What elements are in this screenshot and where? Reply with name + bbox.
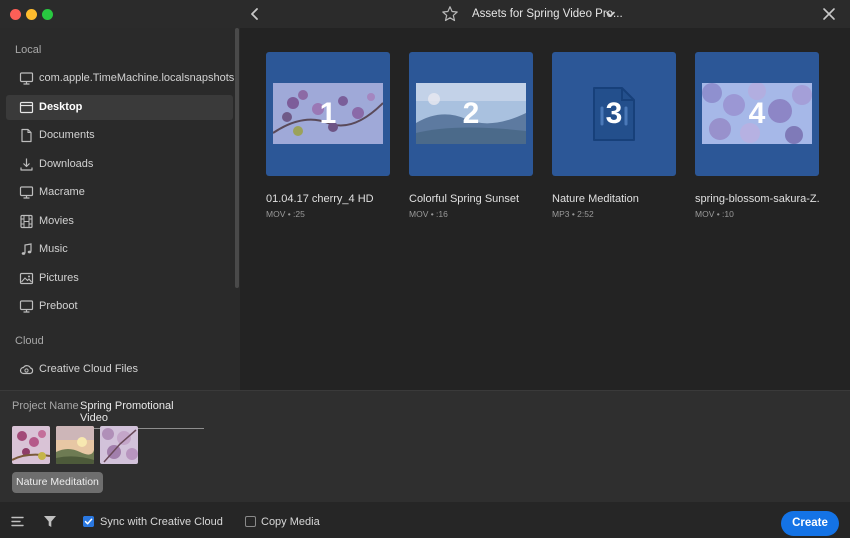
- picture-icon: [19, 272, 34, 285]
- sidebar-item-label: Music: [39, 243, 68, 255]
- sidebar-item-downloads[interactable]: Downloads: [6, 152, 233, 177]
- sidebar-item-label: Macrame: [39, 186, 85, 198]
- monitor-icon: [19, 72, 34, 85]
- project-name-field[interactable]: Spring Promotional Video: [80, 400, 204, 429]
- sync-label[interactable]: Sync with Creative Cloud: [100, 516, 223, 528]
- asset-thumbnail[interactable]: 2: [409, 52, 533, 176]
- title-bar: Assets for Spring Video Pro...: [0, 0, 850, 28]
- sidebar-scrollbar[interactable]: [235, 28, 239, 288]
- film-icon: [20, 214, 33, 229]
- copy-media-checkbox[interactable]: [245, 516, 256, 527]
- asset-grid: 1 01.04.17 cherry_4 HD MOV • :25 2 Color…: [240, 28, 850, 390]
- sidebar-item-label: Movies: [39, 215, 74, 227]
- sidebar-item-label: Desktop: [39, 101, 83, 113]
- asset-meta: MOV • :16: [409, 209, 448, 219]
- desktop-icon: [19, 101, 34, 114]
- monitor-icon: [19, 300, 34, 313]
- section-heading-local: Local: [15, 44, 42, 56]
- bottom-toolbar: Sync with Creative Cloud Copy Media Crea…: [0, 502, 850, 538]
- sidebar-item-documents[interactable]: Documents: [6, 123, 233, 148]
- selected-audio-tag[interactable]: Nature Meditation: [12, 472, 103, 493]
- section-heading-cloud: Cloud: [15, 335, 44, 347]
- asset-card[interactable]: 1 01.04.17 cherry_4 HD MOV • :25: [266, 52, 390, 219]
- asset-thumbnail[interactable]: 1: [266, 52, 390, 176]
- window-close-dot[interactable]: [10, 9, 21, 20]
- asset-number: 4: [748, 97, 766, 130]
- sidebar-item-label: Preboot: [39, 300, 78, 312]
- sidebar-item-macrame[interactable]: Macrame: [6, 180, 233, 205]
- music-note-icon: [21, 243, 32, 255]
- asset-meta: MOV • :25: [266, 209, 305, 219]
- sidebar-item-creative-cloud-files[interactable]: Creative Cloud Files: [6, 357, 233, 382]
- asset-thumbnail[interactable]: 4: [695, 52, 819, 176]
- asset-thumbnail[interactable]: 3: [552, 52, 676, 176]
- chevron-left-icon[interactable]: [246, 5, 264, 23]
- asset-number: 2: [462, 97, 480, 130]
- selected-clip-thumbnail[interactable]: [56, 426, 94, 464]
- sidebar-item-label: Creative Cloud Files: [39, 363, 139, 375]
- chevron-down-icon[interactable]: [605, 9, 616, 20]
- asset-card[interactable]: 2 Colorful Spring Sunset MOV • :16: [409, 52, 533, 219]
- creative-cloud-icon: [19, 365, 34, 375]
- window-minimize-dot[interactable]: [26, 9, 37, 20]
- asset-title: Colorful Spring Sunset: [409, 193, 520, 205]
- copy-media-label[interactable]: Copy Media: [261, 516, 320, 528]
- window-zoom-dot[interactable]: [42, 9, 53, 20]
- sidebar-item-movies[interactable]: Movies: [6, 209, 233, 234]
- asset-meta: MP3 • 2:52: [552, 209, 594, 219]
- sidebar-item-label: com.apple.TimeMachine.localsnapshots: [39, 72, 235, 84]
- close-icon[interactable]: [822, 7, 836, 21]
- sidebar: Local com.apple.TimeMachine.localsnapsho…: [0, 28, 240, 390]
- document-icon: [21, 128, 32, 143]
- sidebar-item-label: Documents: [39, 129, 95, 141]
- asset-number: 3: [605, 97, 623, 130]
- sidebar-item-preboot[interactable]: Preboot: [6, 294, 233, 319]
- asset-number: 1: [319, 97, 337, 130]
- sidebar-item-label: Downloads: [39, 158, 94, 170]
- sidebar-item-music[interactable]: Music: [6, 237, 233, 262]
- create-button[interactable]: Create: [781, 511, 839, 536]
- asset-title: Nature Meditation: [552, 193, 639, 205]
- sync-checkbox[interactable]: [83, 516, 94, 527]
- asset-card[interactable]: 3 Nature Meditation MP3 • 2:52: [552, 52, 676, 219]
- project-panel: Project Name Spring Promotional Video Na…: [0, 390, 850, 502]
- selected-clip-thumbnail[interactable]: [100, 426, 138, 464]
- sidebar-item-timemachine[interactable]: com.apple.TimeMachine.localsnapshots: [6, 66, 235, 91]
- window-title: Assets for Spring Video Pro...: [472, 8, 623, 20]
- sidebar-item-desktop[interactable]: Desktop: [6, 95, 233, 120]
- list-view-icon[interactable]: [11, 516, 24, 527]
- monitor-icon: [19, 186, 34, 199]
- filter-icon[interactable]: [43, 515, 57, 528]
- sidebar-item-label: Pictures: [39, 272, 79, 284]
- asset-card[interactable]: 4 spring-blossom-sakura-Z... MOV • :10: [695, 52, 819, 219]
- asset-meta: MOV • :10: [695, 209, 734, 219]
- selected-clip-thumbnail[interactable]: [12, 426, 50, 464]
- asset-title: 01.04.17 cherry_4 HD: [266, 193, 374, 205]
- download-icon: [20, 158, 33, 171]
- sidebar-item-pictures[interactable]: Pictures: [6, 266, 233, 291]
- project-name-label: Project Name: [12, 400, 79, 412]
- star-icon[interactable]: [441, 5, 459, 23]
- asset-title: spring-blossom-sakura-Z...: [695, 193, 819, 205]
